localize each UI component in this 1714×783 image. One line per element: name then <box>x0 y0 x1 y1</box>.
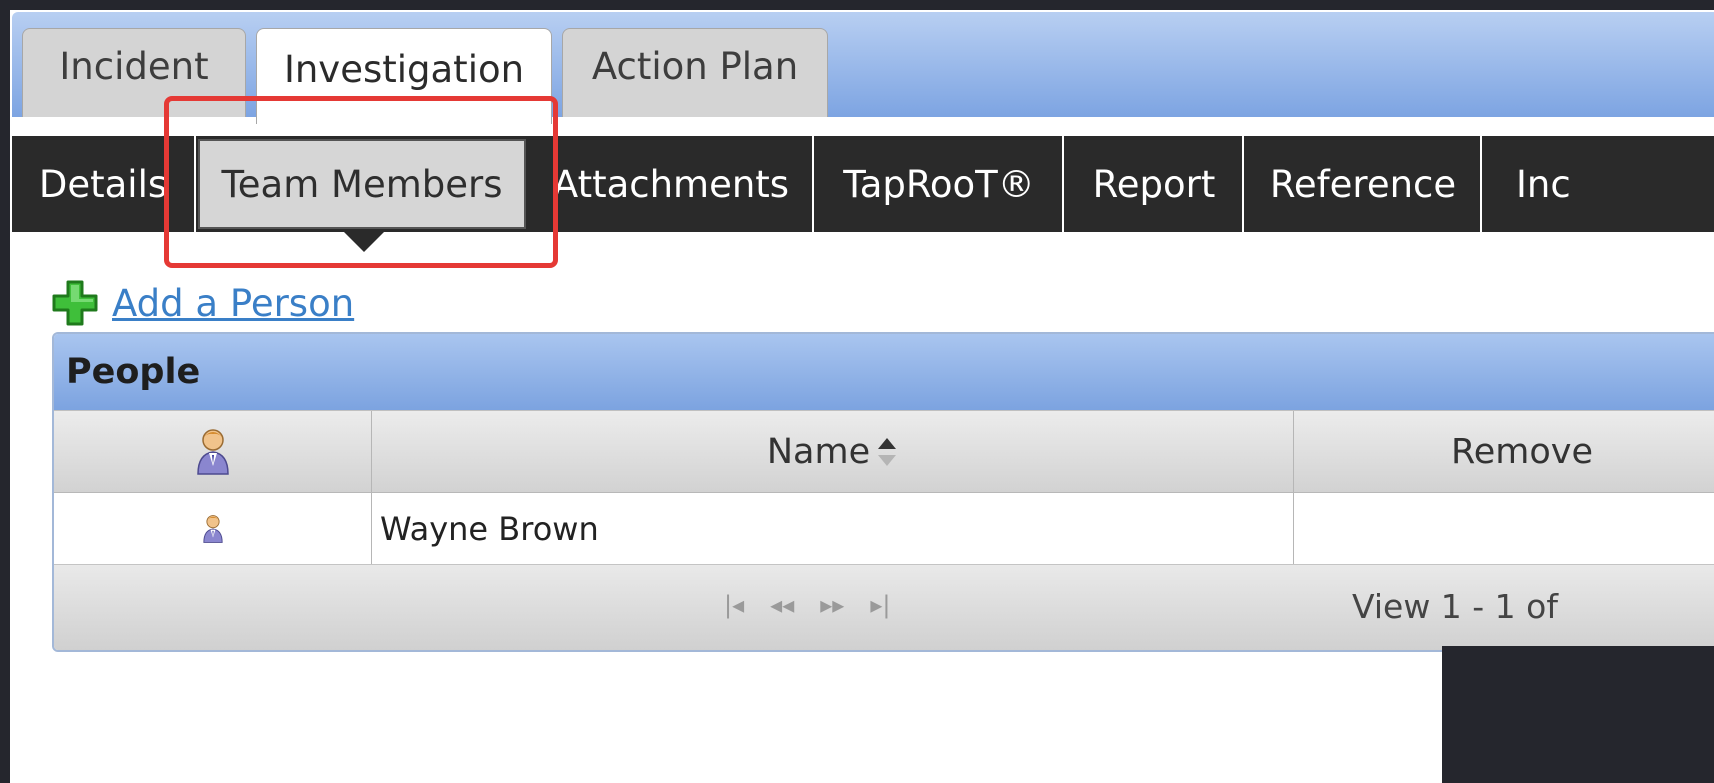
row-icon-cell <box>54 493 372 564</box>
row-name-cell: Wayne Brown <box>372 493 1294 564</box>
column-header-name[interactable]: Name <box>372 411 1294 492</box>
subnav-team-members[interactable]: Team Members <box>198 139 526 229</box>
subnav-attachments[interactable]: Attachments <box>530 136 814 232</box>
person-icon <box>202 514 223 543</box>
column-name-label: Name <box>766 431 871 472</box>
add-person-row: Add a Person <box>52 280 354 326</box>
subnav-details[interactable]: Details <box>12 136 196 232</box>
overlay-block <box>1442 646 1714 783</box>
tab-action-plan[interactable]: Action Plan <box>562 28 828 117</box>
grid-title: People <box>54 334 1714 410</box>
top-tab-bar: Incident Investigation Action Plan <box>12 12 1714 124</box>
pager-first-icon[interactable]: |◂ <box>724 591 744 619</box>
selected-caret-icon <box>342 230 386 252</box>
plus-icon[interactable] <box>52 280 98 326</box>
pager: |◂ ◂◂ ▸▸ ▸| <box>724 591 890 619</box>
person-icon <box>196 428 229 475</box>
tab-investigation[interactable]: Investigation <box>256 28 552 124</box>
column-header-icon[interactable] <box>54 411 372 492</box>
pager-prev-icon[interactable]: ◂◂ <box>770 591 794 619</box>
people-grid: People Name Remove Wayne Brown |◂ ◂◂ ▸▸ … <box>52 332 1714 652</box>
subnav-reference[interactable]: Reference <box>1246 136 1482 232</box>
grid-footer: |◂ ◂◂ ▸▸ ▸| View 1 - 1 of <box>54 565 1714 650</box>
subnav-inc[interactable]: Inc <box>1484 136 1604 232</box>
column-header-remove[interactable]: Remove <box>1294 411 1714 492</box>
pager-last-icon[interactable]: ▸| <box>870 591 890 619</box>
subnav-taproot[interactable]: TapRooT® <box>816 136 1064 232</box>
add-person-link[interactable]: Add a Person <box>112 282 354 325</box>
sub-navigation: Details Team Members Attachments TapRooT… <box>12 136 1714 232</box>
table-row[interactable]: Wayne Brown <box>54 493 1714 565</box>
subnav-report[interactable]: Report <box>1066 136 1244 232</box>
pager-next-icon[interactable]: ▸▸ <box>820 591 844 619</box>
tab-incident[interactable]: Incident <box>22 28 246 117</box>
grid-header: Name Remove <box>54 410 1714 493</box>
sort-icon[interactable] <box>876 436 898 468</box>
view-records-text: View 1 - 1 of <box>1352 587 1558 626</box>
row-remove-cell[interactable] <box>1294 493 1714 564</box>
